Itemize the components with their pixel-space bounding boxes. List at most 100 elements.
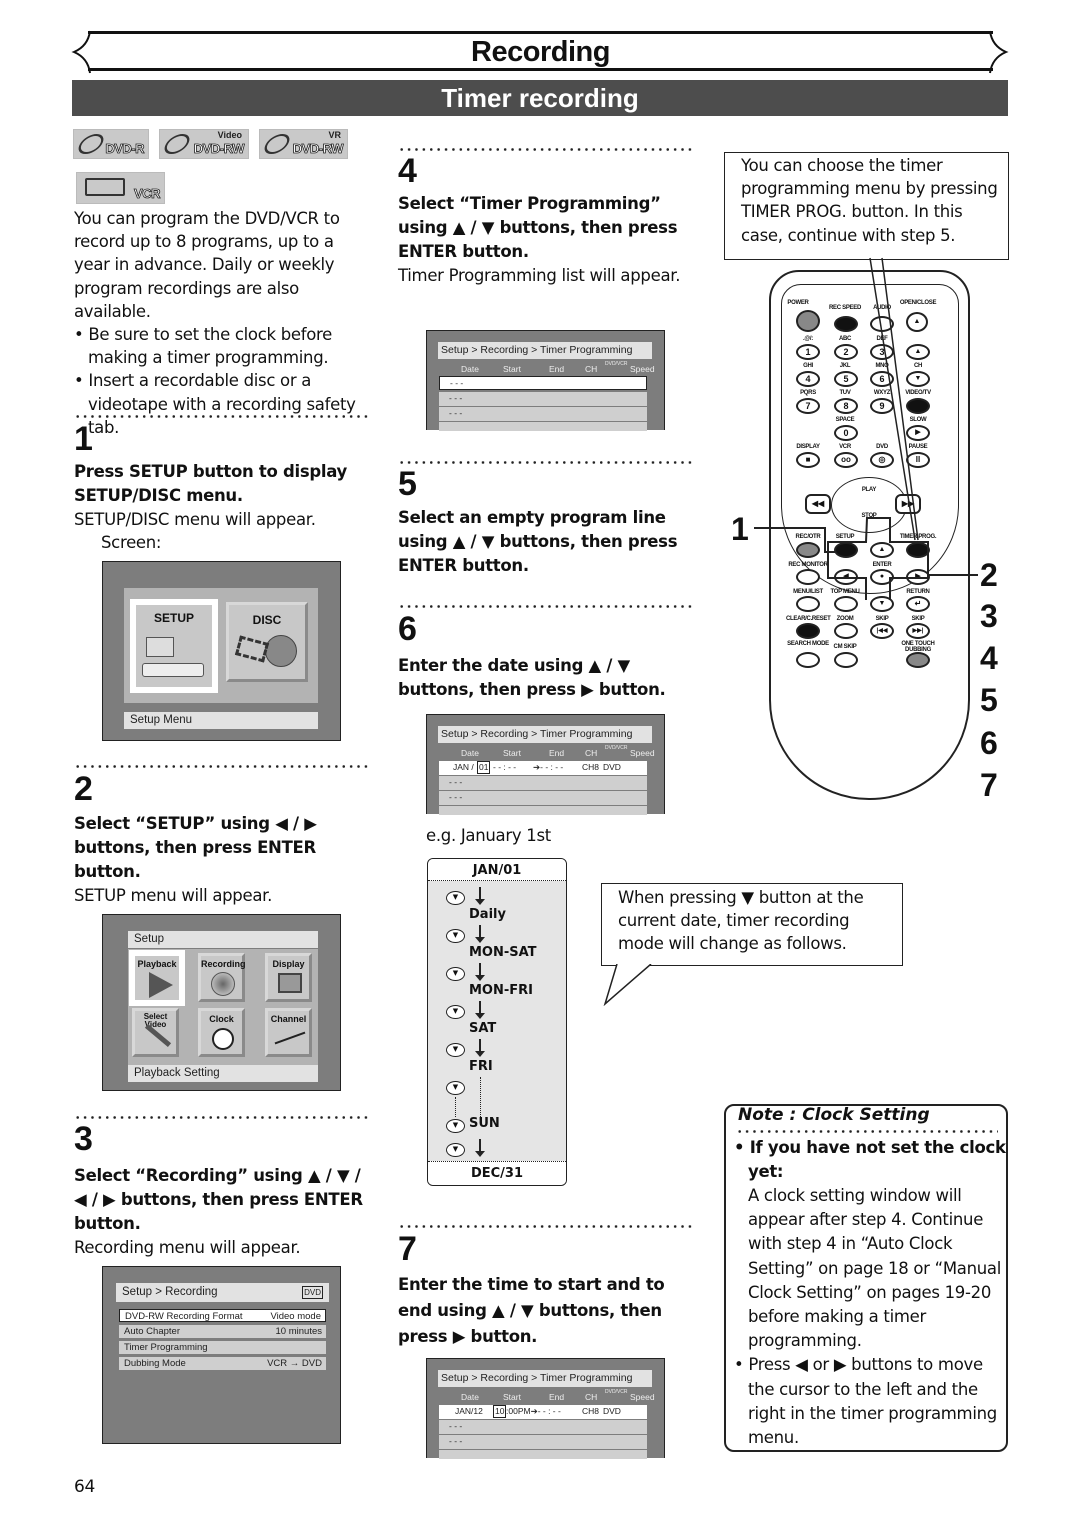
- down-button-icon: ▼: [446, 1005, 465, 1019]
- note-bullet-text: A clock setting window will appear after…: [748, 1186, 1001, 1351]
- mode-callout: When pressing ▼ button at the current da…: [601, 883, 903, 966]
- mode-end-date: DEC/31: [428, 1161, 566, 1185]
- intro-bullet: • Insert a recordable disc or a videotap…: [74, 371, 356, 437]
- divider: [398, 148, 694, 151]
- sliders-icon: [146, 637, 174, 657]
- step-number: 2: [74, 770, 93, 808]
- step-4: Select “Timer Programming” using ▲ / ▼ b…: [398, 192, 698, 287]
- page-number: 64: [74, 1477, 96, 1497]
- disc-icon: [160, 134, 194, 154]
- intro: You can program the DVD/VCR to record up…: [74, 207, 374, 439]
- timer-row: - - -: [439, 392, 647, 406]
- step-instruction: Press SETUP button to display SETUP/DISC…: [74, 462, 348, 505]
- menu-row: Timer Programming: [119, 1341, 326, 1354]
- timer-row-editing: JAN/12 10 :00PM➔- - : - - CH8 DVD: [439, 1405, 647, 1419]
- vcr-badge: VCR: [76, 172, 165, 204]
- screen-footer: Playback Setting: [128, 1065, 318, 1082]
- tile-select-video: Select Video: [132, 1008, 179, 1057]
- divider: [74, 765, 370, 768]
- step-result: Recording menu will appear.: [74, 1238, 301, 1257]
- step-extra: Screen:: [101, 533, 162, 553]
- step-number: 6: [398, 610, 417, 648]
- skip-back-button[interactable]: |◀◀: [870, 623, 894, 639]
- step-result: Timer Programming list will appear.: [398, 266, 681, 285]
- step-1: Press SETUP button to display SETUP/DISC…: [74, 460, 374, 554]
- menu-row: Auto Chapter 10 minutes: [119, 1325, 326, 1338]
- chapter-banner: Recording: [88, 31, 993, 71]
- clock-setting-note: Note : Clock Setting • If you have not s…: [724, 1104, 1008, 1452]
- intro-text: You can program the DVD/VCR to record up…: [74, 209, 340, 321]
- step-instruction: Select “Recording” using ▲ / ▼ / ◀ / ▶ b…: [74, 1166, 363, 1233]
- one-touch-dubbing-button[interactable]: [906, 652, 930, 668]
- play-icon: [149, 972, 173, 998]
- skip-forward-button[interactable]: ▶▶|: [906, 623, 930, 639]
- screen-title: Setup > Recording DVD: [116, 1283, 329, 1302]
- clock-icon: [212, 1028, 234, 1050]
- timer-row: - - -: [439, 776, 647, 790]
- videotape-icon: [85, 178, 125, 196]
- timer-row-editing: JAN / 01 - - : - - ➔- - : - - CH8 DVD: [439, 761, 647, 775]
- remote-step-marker: 1: [731, 511, 749, 547]
- screen-title: Setup: [128, 931, 318, 948]
- tile-clock: Clock: [198, 1008, 245, 1057]
- divider: [398, 1225, 694, 1228]
- display-icon: [278, 973, 302, 993]
- remote-step-marker: 2: [980, 557, 998, 593]
- down-button-icon: ▼: [446, 1081, 465, 1095]
- mode-label: SAT: [469, 1021, 497, 1036]
- media-tag: DVD: [302, 1286, 323, 1299]
- timer-list-screen: Setup > Recording > Timer Programming Da…: [426, 330, 665, 431]
- setup-screen: Setup Playback Recording Display Select …: [102, 914, 341, 1091]
- down-button-icon: ▼: [446, 891, 465, 905]
- remote-step-marker: 7: [980, 767, 998, 803]
- screen-title: Setup > Recording > Timer Programming: [438, 726, 652, 743]
- divider: [398, 605, 694, 608]
- tile-display: Display: [265, 953, 312, 1002]
- menu-row: Dubbing Mode VCR → DVD: [119, 1357, 326, 1370]
- step-number: 1: [74, 420, 93, 458]
- timer-row: [439, 806, 647, 815]
- tile-disc: DISC: [226, 602, 308, 682]
- start-hour-field: 10: [493, 1405, 507, 1418]
- setup-disc-screen: SETUP DISC Setup Menu: [102, 561, 341, 741]
- screen-title: Setup > Recording > Timer Programming: [438, 1370, 652, 1387]
- down-button-icon: ▼: [446, 1143, 465, 1157]
- step-number: 7: [398, 1230, 417, 1268]
- remote-step-marker: 3: [980, 598, 998, 634]
- callout-tail: [603, 964, 652, 1006]
- step-number: 3: [74, 1120, 93, 1158]
- arrow-icon: [475, 887, 485, 905]
- down-button-icon: ▼: [446, 1043, 465, 1057]
- mode-label: MON-SAT: [469, 945, 537, 960]
- timer-time-screen: Setup > Recording > Timer Programming Da…: [426, 1358, 665, 1459]
- remote-step-marker: 6: [980, 725, 998, 761]
- step-number: 5: [398, 465, 417, 503]
- mode-label: SUN: [469, 1116, 500, 1131]
- step-6-instruction: Enter the date using ▲ / ▼ buttons, then…: [398, 656, 666, 699]
- step-5-instruction: Select an empty program line using ▲ / ▼…: [398, 508, 678, 575]
- step-result: SETUP menu will appear.: [74, 886, 273, 905]
- dvd-rw-video-badge: Video DVD-RW: [159, 129, 249, 159]
- zoom-button[interactable]: [834, 623, 858, 639]
- search-mode-button[interactable]: [796, 652, 820, 668]
- clear-button[interactable]: [796, 623, 820, 639]
- intro-bullet: • Be sure to set the clock before making…: [74, 325, 332, 368]
- divider: [74, 415, 370, 418]
- arrow-icon: [475, 1039, 485, 1057]
- step-3: Select “Recording” using ▲ / ▼ / ◀ / ▶ b…: [74, 1164, 374, 1259]
- mode-label: Daily: [469, 907, 506, 922]
- cm-skip-button[interactable]: [834, 652, 858, 668]
- remote-step-marker: 4: [980, 640, 998, 676]
- divider: [74, 1116, 370, 1119]
- date-example: e.g. January 1st: [426, 826, 551, 845]
- down-button-icon: ▼: [446, 1119, 465, 1133]
- note-bullet: • Press ◀ or ▶ buttons to move the curso…: [734, 1355, 997, 1448]
- timer-row: [439, 422, 647, 431]
- arrow-icon: [475, 963, 485, 981]
- step-result: SETUP/DISC menu will appear.: [74, 510, 316, 529]
- timer-date-screen: Setup > Recording > Timer Programming Da…: [426, 714, 665, 815]
- mode-label: FRI: [469, 1059, 493, 1074]
- remote-pointers: [754, 257, 978, 600]
- mode-label: MON-FRI: [469, 983, 533, 998]
- disc-icon: [74, 134, 108, 154]
